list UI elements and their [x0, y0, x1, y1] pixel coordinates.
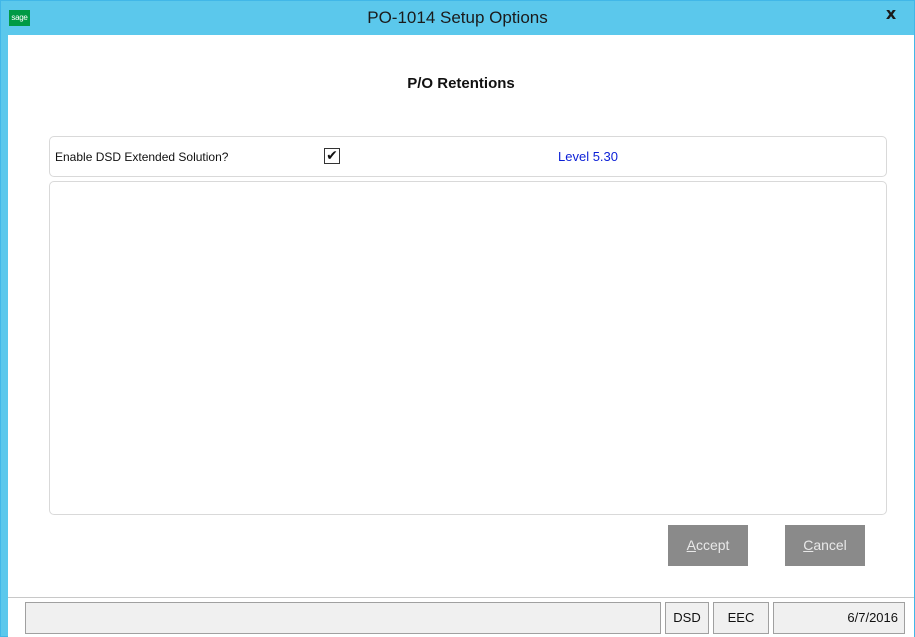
dialog-content: P/O Retentions Enable DSD Extended Solut…	[8, 35, 914, 637]
level-text: Level 5.30	[558, 149, 618, 164]
enable-dsd-label: Enable DSD Extended Solution?	[55, 150, 229, 164]
cancel-label: ancel	[813, 537, 847, 553]
accept-label: ccept	[695, 537, 730, 553]
options-panel	[49, 181, 887, 515]
accept-hotkey: A	[686, 537, 696, 553]
enable-option-row: Enable DSD Extended Solution? ✔ Level 5.…	[49, 136, 887, 177]
enable-dsd-checkbox[interactable]: ✔	[324, 148, 340, 164]
status-eec: EEC	[713, 602, 769, 634]
status-dsd: DSD	[665, 602, 709, 634]
status-bar: DSD EEC 6/7/2016	[8, 597, 914, 637]
window-title: PO-1014 Setup Options	[367, 8, 548, 27]
dialog-window: sage PO-1014 Setup Options x P/O Retenti…	[0, 0, 915, 637]
cancel-hotkey: C	[803, 537, 814, 553]
page-title: P/O Retentions	[407, 75, 515, 92]
title-bar[interactable]: sage PO-1014 Setup Options x	[1, 1, 914, 35]
cancel-button[interactable]: Cancel	[785, 525, 865, 566]
status-date: 6/7/2016	[773, 602, 905, 634]
window-left-edge	[1, 35, 8, 636]
accept-button[interactable]: Accept	[668, 525, 748, 566]
close-button[interactable]: x	[868, 1, 914, 28]
status-message	[25, 602, 661, 634]
